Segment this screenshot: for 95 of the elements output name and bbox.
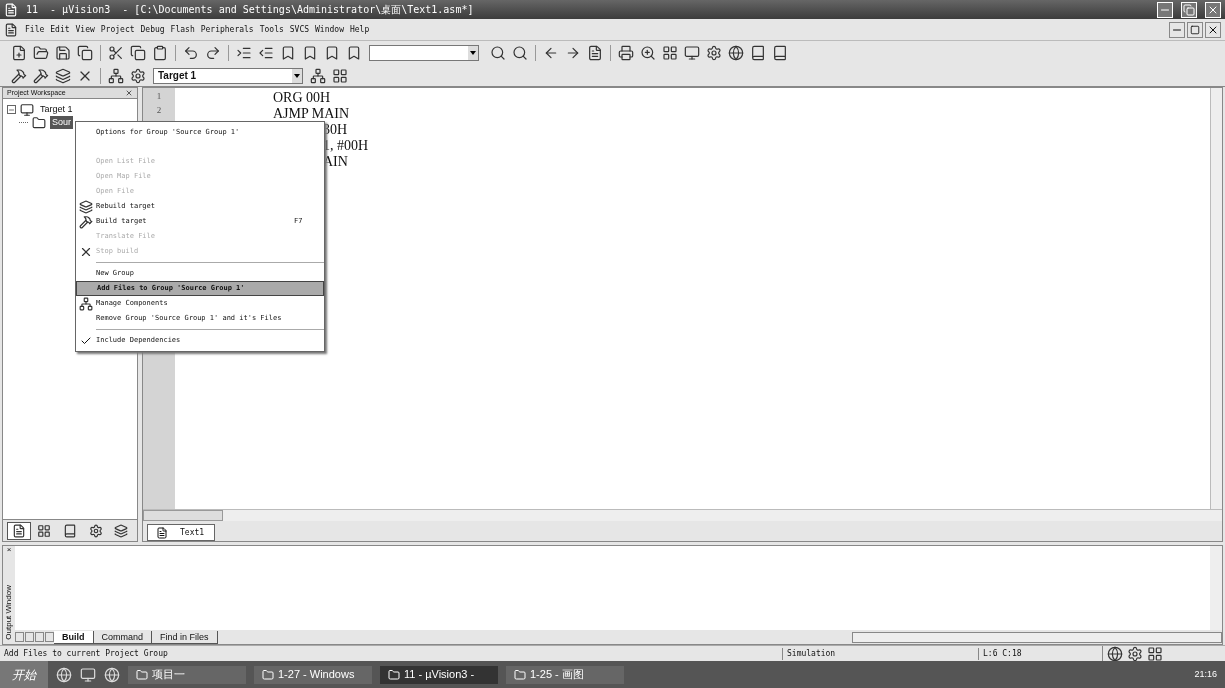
target-select[interactable]: Target 1: [153, 67, 303, 84]
build-icon[interactable]: [33, 67, 49, 84]
indent-icon[interactable]: [236, 45, 252, 61]
save-icon[interactable]: [55, 45, 71, 61]
code-line: 30H: [322, 122, 349, 138]
blocks-icon: [79, 296, 93, 311]
code-line: 1, #00H: [322, 138, 369, 154]
taskbar-button[interactable]: 1-27 - Windows: [254, 665, 372, 684]
find-field[interactable]: [369, 45, 479, 61]
clock: 21:16: [1194, 667, 1217, 681]
code-line: AJMP MAIN: [273, 106, 351, 122]
open-folder-icon[interactable]: [33, 45, 49, 61]
panel-title: Output Window: [3, 585, 14, 640]
menu-item[interactable]: Window: [312, 23, 347, 36]
menu-item[interactable]: View: [72, 23, 98, 36]
output-tab[interactable]: Build: [54, 630, 94, 644]
computer-icon: [20, 102, 34, 117]
close-icon[interactable]: [125, 89, 133, 97]
menu-item[interactable]: Tools: [256, 23, 287, 36]
vertical-scrollbar[interactable]: [1210, 88, 1222, 509]
files-icon: [11, 523, 26, 538]
tree-item[interactable]: Sour: [50, 115, 73, 130]
copy-icon[interactable]: [130, 45, 146, 61]
restore-icon: [1183, 3, 1195, 16]
status-mode: Simulation: [782, 647, 978, 660]
code-line: AIN: [322, 154, 349, 170]
editor-tab[interactable]: Text1: [147, 524, 215, 541]
vertical-scrollbar[interactable]: [1210, 546, 1222, 630]
restore-icon: [1190, 24, 1200, 35]
taskbar-button[interactable]: 1-25 - 画图: [506, 665, 624, 684]
gear-icon[interactable]: [1127, 645, 1143, 662]
restore-button[interactable]: [1187, 21, 1203, 38]
menu-item[interactable]: Debug: [137, 23, 168, 36]
start-button[interactable]: 开始: [0, 661, 48, 688]
document-icon[interactable]: [587, 45, 603, 61]
close-button[interactable]: ×: [6, 546, 12, 554]
grid-icon[interactable]: [332, 67, 348, 84]
folder-icon: [388, 668, 400, 681]
minimize-button[interactable]: [1169, 21, 1185, 38]
menu-item[interactable]: Help: [346, 23, 373, 36]
folder-icon: [32, 115, 46, 130]
book-icon[interactable]: [750, 45, 766, 61]
undo-icon[interactable]: [183, 45, 199, 61]
forward-icon[interactable]: [565, 45, 581, 61]
expander-icon[interactable]: [7, 105, 16, 114]
menu-item[interactable]: File: [22, 23, 48, 36]
taskbar-button[interactable]: 11 - µVision3 -: [380, 665, 498, 684]
folder-icon: [136, 668, 148, 681]
book-icon[interactable]: [772, 45, 788, 61]
folder-icon: [514, 668, 526, 681]
folder-icon: [262, 668, 274, 681]
output-tab[interactable]: Command: [93, 630, 152, 644]
globe-icon[interactable]: [728, 45, 744, 61]
window-title: 11 - µVision3 - [C:\Documents and Settings\Administrator\桌面\Text1.asm*]: [26, 3, 474, 17]
document-icon: [4, 22, 18, 37]
printer-icon[interactable]: [618, 45, 634, 61]
status-message: Add Files to current Project Group: [3, 647, 169, 660]
horizontal-scrollbar[interactable]: [143, 509, 1222, 521]
outdent-icon[interactable]: [258, 45, 274, 61]
globe-icon[interactable]: [1107, 645, 1123, 662]
stack-icon: [79, 199, 93, 214]
monitor-icon[interactable]: [80, 666, 96, 683]
menu-item[interactable]: Project: [97, 23, 138, 36]
document-icon: [156, 526, 168, 539]
horizontal-scrollbar[interactable]: [852, 631, 1222, 643]
zoom-icon[interactable]: [640, 45, 656, 61]
bookmark-icon[interactable]: [346, 45, 362, 61]
app-icon: [4, 2, 18, 17]
back-icon[interactable]: [543, 45, 559, 61]
cut-icon[interactable]: [108, 45, 124, 61]
components-icon[interactable]: [310, 67, 326, 84]
panel-tab[interactable]: [7, 521, 31, 540]
hammer-icon: [79, 214, 93, 229]
output-tab[interactable]: Find in Files: [152, 630, 218, 644]
new-file-icon[interactable]: [11, 45, 27, 61]
bookmark-icon[interactable]: [280, 45, 296, 61]
tree-item[interactable]: Target 1: [38, 102, 75, 117]
cursor-position: L:6 C:18: [978, 647, 1102, 660]
menu-item[interactable]: Peripherals: [197, 23, 257, 36]
bookmark-icon[interactable]: [302, 45, 318, 61]
line-number: 1: [155, 90, 163, 103]
paste-icon[interactable]: [152, 45, 168, 61]
bookmark-icon[interactable]: [324, 45, 340, 61]
close-button[interactable]: [1205, 21, 1221, 38]
compile-icon[interactable]: [11, 67, 27, 84]
redo-icon[interactable]: [205, 45, 221, 61]
search-icon[interactable]: [490, 45, 506, 61]
menu-item[interactable]: SVCS: [286, 23, 313, 36]
search-icon[interactable]: [512, 45, 528, 61]
menu-item[interactable]: Edit: [47, 23, 73, 36]
taskbar-button[interactable]: 项目一: [128, 665, 246, 684]
menu-item[interactable]: Flash: [167, 23, 198, 36]
gear-icon[interactable]: [706, 45, 722, 61]
line-number: 2: [155, 104, 163, 117]
code-line: ORG 00H: [273, 90, 332, 106]
